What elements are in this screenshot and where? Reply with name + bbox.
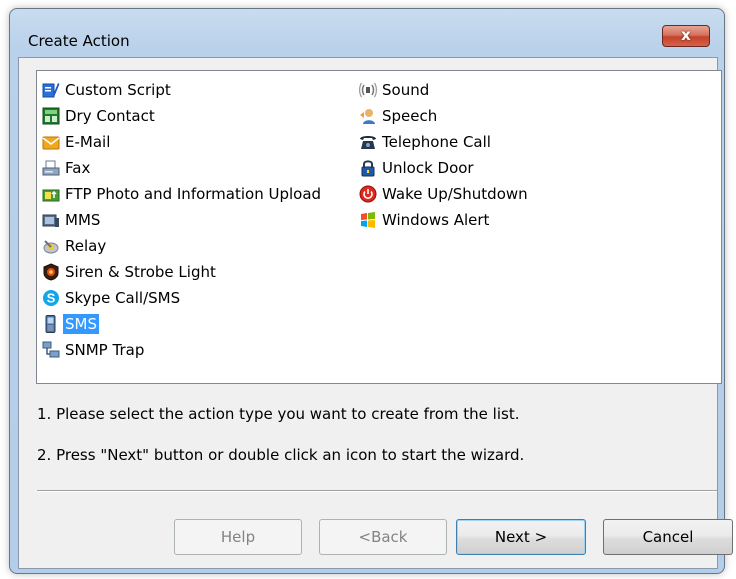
sms-phone-icon	[42, 315, 60, 333]
mms-icon	[42, 211, 60, 229]
action-list-column-1: Custom Script Dry Contact E-Mail Fax FTP…	[42, 77, 323, 363]
power-icon	[359, 185, 377, 203]
svg-text:S: S	[47, 291, 56, 306]
help-button[interactable]: Help	[174, 519, 302, 555]
list-item-dry-contact[interactable]: Dry Contact	[42, 103, 323, 129]
sound-icon	[359, 81, 377, 99]
list-item-label: Speech	[382, 107, 438, 125]
dialog-title: Create Action	[28, 32, 130, 50]
list-item-relay[interactable]: Relay	[42, 233, 323, 259]
list-item-sound[interactable]: Sound	[359, 77, 530, 103]
list-item-unlock-door[interactable]: Unlock Door	[359, 155, 530, 181]
list-item-speech[interactable]: Speech	[359, 103, 530, 129]
list-item-label: Siren & Strobe Light	[65, 263, 216, 281]
list-item-email[interactable]: E-Mail	[42, 129, 323, 155]
list-item-label: Wake Up/Shutdown	[382, 185, 528, 203]
list-item-ftp-upload[interactable]: FTP Photo and Information Upload	[42, 181, 323, 207]
list-item-telephone-call[interactable]: Telephone Call	[359, 129, 530, 155]
action-list-column-2: Sound Speech Telephone Call Unlock Door …	[359, 77, 530, 233]
script-icon	[42, 81, 60, 99]
list-item-snmp-trap[interactable]: SNMP Trap	[42, 337, 323, 363]
list-item-label: MMS	[65, 211, 101, 229]
padlock-icon	[359, 159, 377, 177]
list-item-label: Relay	[65, 237, 107, 255]
speech-icon	[359, 107, 377, 125]
telephone-icon	[359, 133, 377, 151]
cancel-button[interactable]: Cancel	[603, 519, 733, 555]
back-button[interactable]: <Back	[319, 519, 447, 555]
list-item-label: E-Mail	[65, 133, 111, 151]
fax-icon	[42, 159, 60, 177]
dialog-body: Custom Script Dry Contact E-Mail Fax FTP…	[18, 57, 733, 569]
list-item-siren[interactable]: Siren & Strobe Light	[42, 259, 323, 285]
list-item-mms[interactable]: MMS	[42, 207, 323, 233]
list-item-label: Skype Call/SMS	[65, 289, 181, 307]
list-item-fax[interactable]: Fax	[42, 155, 323, 181]
ftp-upload-icon	[42, 185, 60, 203]
skype-icon: S	[42, 289, 60, 307]
list-item-label: Dry Contact	[65, 107, 155, 125]
list-item-label: SNMP Trap	[65, 341, 145, 359]
instruction-step-1: 1. Please select the action type you wan…	[37, 405, 520, 423]
next-button[interactable]: Next >	[456, 519, 586, 555]
create-action-dialog: Create Action x Custom Script Dry Contac…	[9, 8, 733, 574]
instruction-step-2: 2. Press "Next" button or double click a…	[37, 446, 525, 464]
list-item-label: SMS	[63, 314, 99, 334]
action-type-list[interactable]: Custom Script Dry Contact E-Mail Fax FTP…	[36, 70, 722, 384]
list-item-label: Telephone Call	[382, 133, 491, 151]
windows-flag-icon	[359, 211, 377, 229]
list-item-label: Unlock Door	[382, 159, 474, 177]
list-item-custom-script[interactable]: Custom Script	[42, 77, 323, 103]
dry-contact-icon	[42, 107, 60, 125]
list-item-label: Custom Script	[65, 81, 171, 99]
separator-line	[37, 490, 717, 492]
siren-icon	[42, 263, 60, 281]
list-item-label: Windows Alert	[382, 211, 490, 229]
list-item-label: Fax	[65, 159, 91, 177]
relay-icon	[42, 237, 60, 255]
list-item-sms[interactable]: SMS	[42, 311, 323, 337]
close-button[interactable]: x	[662, 25, 710, 47]
list-item-windows-alert[interactable]: Windows Alert	[359, 207, 530, 233]
list-item-label: FTP Photo and Information Upload	[65, 185, 322, 203]
list-item-wake-up-shutdown[interactable]: Wake Up/Shutdown	[359, 181, 530, 207]
snmp-network-icon	[42, 341, 60, 359]
email-icon	[42, 133, 60, 151]
list-item-skype[interactable]: S Skype Call/SMS	[42, 285, 323, 311]
list-item-label: Sound	[382, 81, 430, 99]
